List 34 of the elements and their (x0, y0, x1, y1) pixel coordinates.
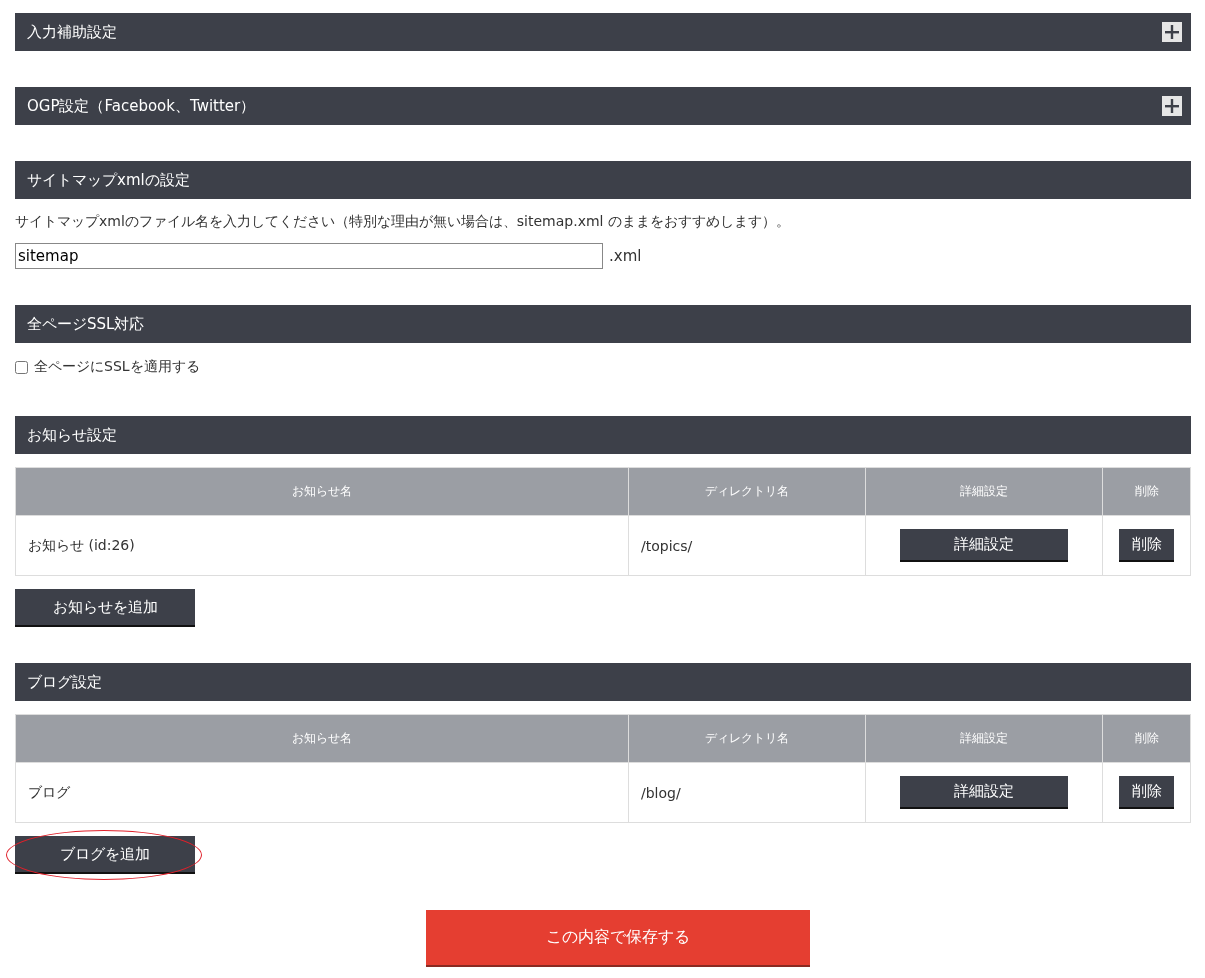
file-extension: .xml (609, 247, 642, 265)
column-header: 詳細設定 (865, 714, 1103, 763)
section-title: 全ページSSL対応 (27, 314, 145, 334)
detail-settings-button[interactable]: 詳細設定 (900, 776, 1068, 809)
section-title: ブログ設定 (27, 672, 102, 692)
delete-button[interactable]: 削除 (1119, 529, 1174, 562)
detail-settings-button[interactable]: 詳細設定 (900, 529, 1068, 562)
column-header: ディレクトリ名 (628, 467, 866, 516)
table-cell: /blog/ (628, 762, 866, 823)
filename-input[interactable]: sitemap (15, 243, 603, 269)
column-header: お知らせ名 (15, 714, 629, 763)
column-header: 削除 (1102, 467, 1191, 516)
section-title: OGP設定（Facebook、Twitter） (27, 96, 256, 116)
column-header: ディレクトリ名 (628, 714, 866, 763)
column-header: 詳細設定 (865, 467, 1103, 516)
table-cell: ブログ (15, 762, 629, 823)
table-cell: /topics/ (628, 515, 866, 576)
table-cell: お知らせ (id:26) (15, 515, 629, 576)
delete-button[interactable]: 削除 (1119, 776, 1174, 809)
checkbox[interactable] (15, 360, 28, 374)
plus-icon (1164, 98, 1180, 114)
expand-button[interactable] (1162, 22, 1182, 42)
checkbox-label: 全ページにSSLを適用する (34, 358, 200, 376)
save-button[interactable]: この内容で保存する (426, 910, 810, 967)
expand-button[interactable] (1162, 96, 1182, 116)
column-header: お知らせ名 (15, 467, 629, 516)
section-title: 入力補助設定 (27, 22, 117, 42)
section-title: お知らせ設定 (27, 425, 117, 445)
column-header: 削除 (1102, 714, 1191, 763)
plus-icon (1164, 24, 1180, 40)
description-text: サイトマップxmlのファイル名を入力してください（特別な理由が無い場合は、sitemap.xml のままをおすすめします）。 (15, 213, 791, 231)
section-title: サイトマップxmlの設定 (27, 170, 190, 190)
add-button[interactable]: お知らせを追加 (15, 589, 195, 627)
add-button[interactable]: ブログを追加 (15, 836, 195, 874)
